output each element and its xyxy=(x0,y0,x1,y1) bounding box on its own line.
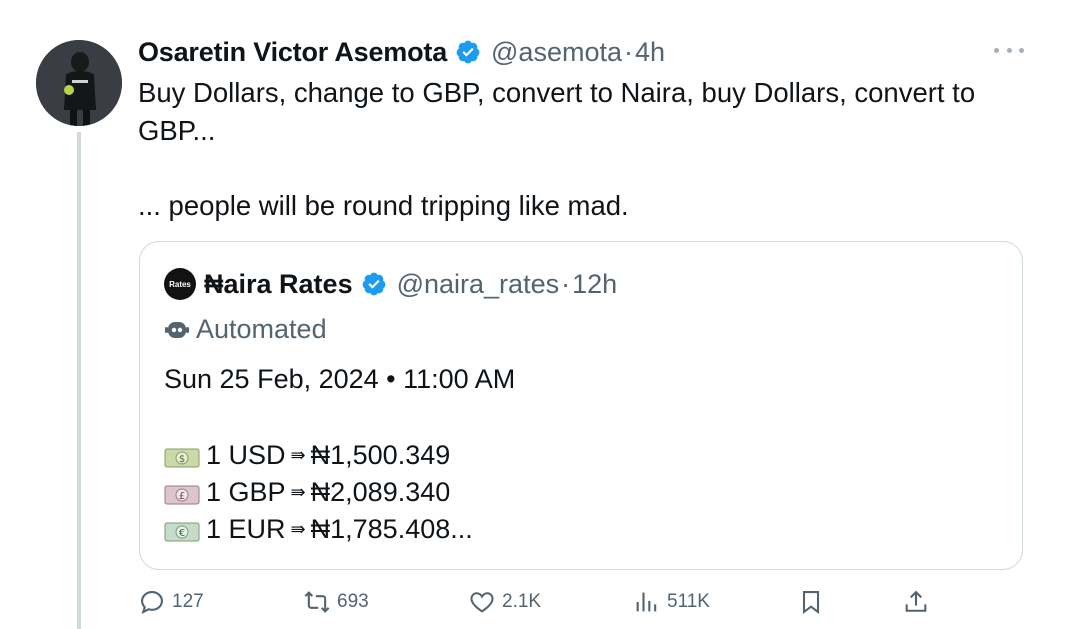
reply-count: 127 xyxy=(172,591,204,612)
rate-value: ₦2,089.340 xyxy=(310,477,451,507)
quoted-author-avatar[interactable]: Rates xyxy=(164,268,196,300)
rate-row-usd: $ 1 USD ⇛ ₦1,500.349 xyxy=(164,437,473,474)
more-horizontal-icon[interactable] xyxy=(994,40,1024,60)
svg-text:$: $ xyxy=(179,454,185,465)
thread-line xyxy=(77,132,81,629)
rate-currency: 1 USD xyxy=(206,440,286,470)
quoted-date: Sun 25 Feb, 2024 • 11:00 AM xyxy=(164,364,516,394)
rate-currency: 1 EUR xyxy=(206,514,286,544)
separator-dot: · xyxy=(623,36,633,67)
bot-icon xyxy=(164,316,190,342)
quoted-author-handle[interactable]: @naira_rates xyxy=(397,269,560,300)
more-dot xyxy=(994,47,999,53)
dollar-banknote-icon: $ xyxy=(164,445,200,467)
verified-badge-icon xyxy=(361,271,387,297)
like-button[interactable]: 2.1K xyxy=(468,580,541,624)
tweet-header: Osaretin Victor Asemota @asemota · 4h xyxy=(138,34,665,70)
svg-text:£: £ xyxy=(179,491,185,502)
tweet-text: Buy Dollars, change to GBP, convert to N… xyxy=(138,74,1018,225)
share-icon xyxy=(905,590,927,612)
tweet-text-paragraph-2: ... people will be round tripping like m… xyxy=(138,190,629,221)
bookmark-icon xyxy=(802,591,820,615)
rate-row-gbp: £ 1 GBP ⇛ ₦2,089.340 xyxy=(164,474,473,511)
share-button[interactable] xyxy=(902,580,936,624)
tweet: Osaretin Victor Asemota @asemota · 4h Bu… xyxy=(0,0,1077,629)
svg-text:€: € xyxy=(179,528,185,539)
views-button[interactable]: 511K xyxy=(633,580,710,624)
like-count: 2.1K xyxy=(502,591,542,612)
reply-button[interactable]: 127 xyxy=(138,580,204,624)
repost-icon xyxy=(304,591,330,613)
author-avatar[interactable] xyxy=(36,40,122,126)
author-display-name[interactable]: Osaretin Victor Asemota xyxy=(138,37,447,68)
bookmark-button[interactable] xyxy=(797,580,831,624)
action-bar: 127 693 2.1K 511K xyxy=(0,580,1077,624)
rates-list: $ 1 USD ⇛ ₦1,500.349 £ 1 GBP ⇛ ₦2,089.34 xyxy=(164,437,473,548)
tweet-text-paragraph-1: Buy Dollars, change to GBP, convert to N… xyxy=(138,77,976,146)
repost-button[interactable]: 693 xyxy=(303,580,369,624)
automated-text: Automated xyxy=(196,313,327,344)
verified-badge-icon xyxy=(455,39,481,65)
views-count: 511K xyxy=(667,591,710,612)
quoted-author-display-name[interactable]: ₦aira Rates xyxy=(204,269,353,300)
rate-value: ₦1,500.349 xyxy=(310,440,451,470)
rate-currency: 1 GBP xyxy=(206,477,286,507)
quoted-tweet[interactable]: Rates ₦aira Rates @naira_rates · 12h Aut… xyxy=(139,241,1023,570)
rate-row-eur: € 1 EUR ⇛ ₦1,785.408... xyxy=(164,511,473,548)
arrow-icon: ⇛ xyxy=(290,482,306,502)
reply-icon xyxy=(141,591,163,614)
repost-count: 693 xyxy=(337,591,369,612)
arrow-icon: ⇛ xyxy=(290,519,306,539)
quoted-tweet-time[interactable]: 12h xyxy=(572,269,617,300)
more-dot xyxy=(1006,47,1012,53)
euro-banknote-icon: € xyxy=(164,519,200,541)
separator-dot: · xyxy=(561,268,571,299)
more-dot xyxy=(1019,47,1024,53)
rate-value: ₦1,785.408... xyxy=(310,514,473,544)
heart-icon xyxy=(470,592,494,613)
arrow-icon: ⇛ xyxy=(290,445,306,465)
views-icon xyxy=(636,592,657,612)
quoted-tweet-header: Rates ₦aira Rates @naira_rates · 12h xyxy=(164,266,617,302)
author-handle[interactable]: @asemota xyxy=(491,37,622,68)
automated-label: Automated xyxy=(164,312,327,346)
pound-banknote-icon: £ xyxy=(164,482,200,504)
tweet-time[interactable]: 4h xyxy=(635,37,665,68)
